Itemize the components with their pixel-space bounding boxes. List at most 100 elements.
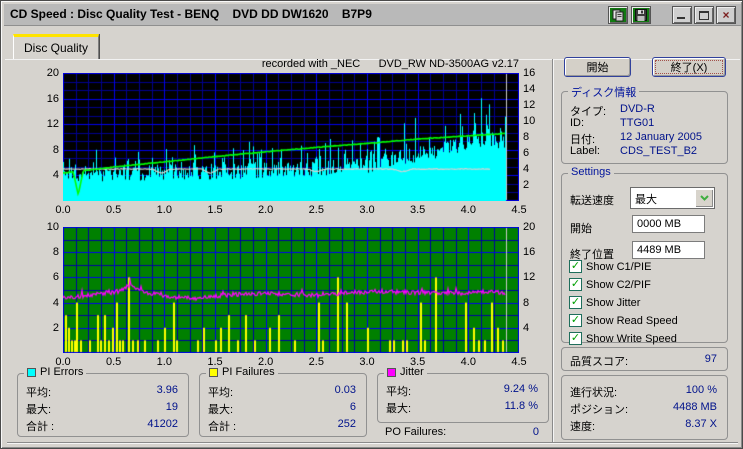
start-position-field[interactable]: 0000 MB <box>632 215 705 233</box>
axis-tick-label: 16 <box>46 92 59 105</box>
axis-tick-label: 2.5 <box>308 356 324 368</box>
save-floppy-icon <box>635 9 647 21</box>
axis-tick-label: 10 <box>523 115 536 127</box>
progress-row: ポジション: 4488 MB <box>570 401 717 416</box>
axis-tick-label: 14 <box>523 83 536 95</box>
progress-box: 進行状況: 100 % ポジション: 4488 MB 速度: 8.37 X <box>561 375 728 440</box>
axis-tick-label: 4.5 <box>511 204 527 216</box>
save-button[interactable] <box>631 6 651 24</box>
axis-tick-label: 4.5 <box>511 356 527 368</box>
panel-separator <box>552 59 554 442</box>
checkmark-icon: ✓ <box>570 314 581 326</box>
axis-tick-label: 8 <box>52 143 59 156</box>
axis-tick-label: 16 <box>523 246 536 259</box>
copy-icon <box>612 9 624 21</box>
transfer-rate-dropdown[interactable]: 最大 <box>630 187 715 209</box>
axis-tick-label: 1.5 <box>207 204 223 216</box>
axis-tick-label: 12 <box>523 271 536 284</box>
axis-tick-label: 0.5 <box>106 204 122 216</box>
axis-tick-label: 4 <box>523 163 530 175</box>
checkbox-label: Show C1/PIE <box>586 261 652 273</box>
axis-tick-label: 8 <box>52 246 59 259</box>
pi-errors-chart-canvas <box>63 73 519 201</box>
disc-info-legend: ディスク情報 <box>568 84 640 100</box>
disc-info-row: Label: CDS_TEST_B2 <box>570 145 698 157</box>
axis-tick-label: 1.0 <box>156 356 172 368</box>
minimize-icon <box>677 17 685 19</box>
copy-to-clipboard-button[interactable] <box>608 6 628 24</box>
disc-info-row: ID: TTG01 <box>570 117 655 129</box>
tab-disc-quality[interactable]: Disc Quality <box>13 34 99 59</box>
checkmark-icon: ✓ <box>570 278 581 290</box>
checkmark-icon: ✓ <box>570 332 581 344</box>
maximize-icon <box>699 10 709 20</box>
checkmark-icon: ✓ <box>570 260 581 272</box>
axis-tick-label: 3.0 <box>359 356 375 368</box>
checkbox-show-write-speed[interactable]: ✓ <box>569 332 582 345</box>
axis-tick-label: 2 <box>523 179 530 191</box>
close-icon: × <box>722 8 730 22</box>
axis-tick-label: 4.0 <box>460 356 476 368</box>
axis-tick-label: 12 <box>523 99 536 111</box>
stat-row: 合計 :41202 <box>26 418 178 433</box>
axis-tick-label: 4 <box>52 296 59 309</box>
axis-tick-label: 3.5 <box>410 204 426 216</box>
start-button[interactable]: 開始 <box>564 57 631 77</box>
progress-row: 速度: 8.37 X <box>570 418 717 433</box>
pi-errors-stats-box: PI Errors 平均: 3.96 最大: 19 合計 :41202 <box>17 366 189 437</box>
exit-button[interactable]: 終了(X) <box>652 57 726 77</box>
axis-tick-label: 8 <box>523 296 530 309</box>
stat-row: 平均: 3.96 <box>26 384 178 399</box>
axis-tick-label: 8 <box>523 131 530 143</box>
disc-info-row: 日付: 12 January 2005 <box>570 131 702 146</box>
jitter-swatch-icon <box>387 367 396 377</box>
axis-tick-label: 2.0 <box>258 204 274 216</box>
close-button[interactable]: × <box>716 6 736 24</box>
axis-tick-label: 3.0 <box>359 204 375 216</box>
checkbox-show-c1-pie[interactable]: ✓ <box>569 260 582 273</box>
pi-failures-stats-box: PI Failures 平均: 0.03 最大: 6 合計 :252 <box>199 366 367 437</box>
axis-tick-label: 0.0 <box>55 204 71 216</box>
settings-box: Settings 転送速度 最大 開始 0000 MB 終了位置 4489 MB… <box>561 166 728 345</box>
disc-info-box: ディスク情報 タイプ: DVD-R ID: TTG01 日付: 12 January … <box>561 84 728 164</box>
axis-tick-label: 4.0 <box>460 204 476 216</box>
axis-tick-label: 12 <box>46 118 59 131</box>
dropdown-button[interactable] <box>695 189 713 207</box>
pi-errors-swatch-icon <box>27 367 36 377</box>
app-window: CD Speed : Disc Quality Test - BENQ DVD … <box>0 0 743 449</box>
jitter-legend: Jitter <box>384 366 427 378</box>
jitter-stats-box: Jitter 平均: 9.24 % 最大: 11.8 % <box>377 366 549 423</box>
axis-tick-label: 20 <box>523 221 536 233</box>
progress-row: 進行状況: 100 % <box>570 384 717 399</box>
axis-tick-label: 6 <box>523 147 530 159</box>
axis-tick-label: 20 <box>46 67 59 79</box>
stat-row: 最大: 6 <box>208 401 356 416</box>
stat-row: 平均: 0.03 <box>208 384 356 399</box>
pi-errors-legend: PI Errors <box>24 366 87 378</box>
axis-tick-label: 1.0 <box>156 204 172 216</box>
checkbox-label: Show Read Speed <box>586 315 678 327</box>
axis-tick-label: 4 <box>52 169 59 182</box>
axis-tick-label: 6 <box>52 271 59 284</box>
axis-tick-label: 2.5 <box>308 204 324 216</box>
transfer-rate-label: 転送速度 <box>570 195 614 207</box>
axis-tick-label: 0.5 <box>106 356 122 368</box>
tab-label: Disc Quality <box>23 41 88 55</box>
minimize-button[interactable] <box>672 6 692 24</box>
stat-row: 最大: 19 <box>26 401 178 416</box>
titlebar[interactable]: CD Speed : Disc Quality Test - BENQ DVD … <box>4 4 741 26</box>
jitter-chart-canvas <box>63 227 519 353</box>
disc-info-row: タイプ: DVD-R <box>570 103 655 118</box>
end-position-field[interactable]: 4489 MB <box>632 241 705 259</box>
recorded-with-note: recorded with _NEC DVD_RW ND-3500AG v2.1… <box>261 58 519 70</box>
quality-score-box: 品質スコア: 97 <box>561 347 728 371</box>
bottom-divider <box>7 442 738 444</box>
checkbox-label: Show Jitter <box>586 297 641 309</box>
stat-row: 最大: 11.8 % <box>386 400 538 415</box>
window-title: CD Speed : Disc Quality Test - BENQ DVD … <box>10 7 372 21</box>
checkbox-show-jitter[interactable]: ✓ <box>569 296 582 309</box>
checkbox-show-read-speed[interactable]: ✓ <box>569 314 582 327</box>
checkbox-show-c2-pif[interactable]: ✓ <box>569 278 582 291</box>
start-position-label: 開始 <box>570 223 592 235</box>
maximize-button[interactable] <box>694 6 714 24</box>
